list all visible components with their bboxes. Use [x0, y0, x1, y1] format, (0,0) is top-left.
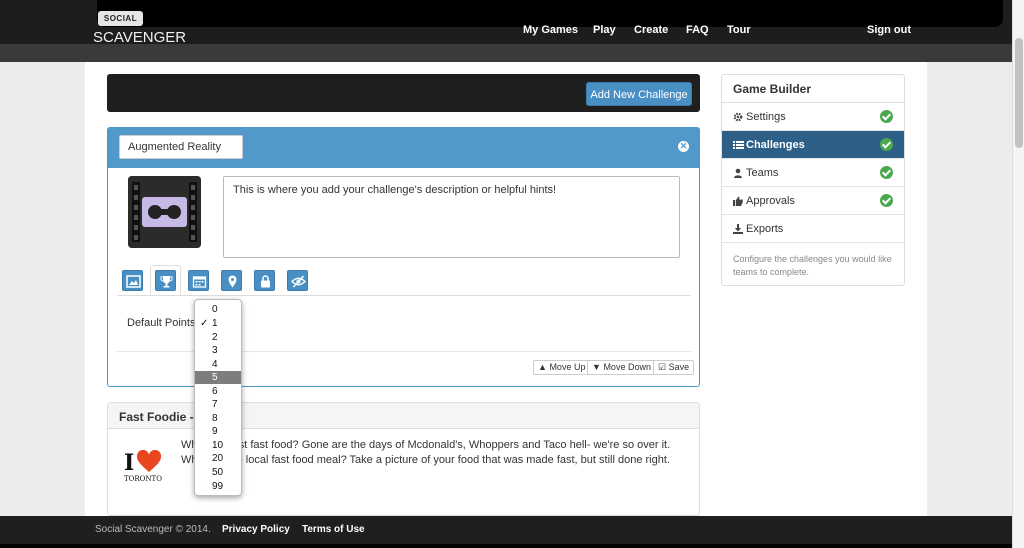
sidebar-item-label: Exports: [746, 223, 784, 235]
film-reel-icon: [128, 176, 201, 248]
sidebar-item-teams[interactable]: Teams: [722, 159, 904, 187]
move-down-label: Move Down: [603, 362, 651, 372]
logo-text[interactable]: SCAVENGER: [93, 29, 186, 46]
tab-visibility[interactable]: [287, 270, 308, 291]
save-button[interactable]: ☑ Save: [653, 360, 695, 375]
eye-slash-icon: [291, 275, 306, 288]
sidebar-item-exports[interactable]: Exports: [722, 215, 904, 243]
dropdown-option[interactable]: 20: [195, 452, 241, 465]
dropdown-option[interactable]: 99: [195, 480, 241, 493]
privacy-policy-link[interactable]: Privacy Policy: [222, 524, 290, 535]
move-up-button[interactable]: ▲ Move Up: [533, 360, 591, 375]
challenge-2-description-line2: Wh favourite local fast food meal? Take …: [181, 454, 670, 466]
page-scrollbar[interactable]: [1012, 0, 1024, 548]
list-icon: [733, 141, 744, 149]
thumbs-up-icon: [733, 196, 743, 206]
map-marker-icon: [228, 275, 237, 288]
nav-faq[interactable]: FAQ: [686, 24, 709, 36]
caret-down-icon: ▼: [592, 362, 601, 372]
sidebar-item-label: Teams: [746, 167, 779, 179]
terms-of-use-link[interactable]: Terms of Use: [302, 524, 365, 535]
default-points-dropdown[interactable]: 0 ✓ 1 2 3 4 5 6 7 8 9 10 20 50 99: [194, 299, 242, 496]
sidebar-help-text: Configure the challenges you would like …: [733, 254, 892, 277]
svg-text:I: I: [124, 450, 134, 476]
dropdown-option[interactable]: 0: [195, 303, 241, 316]
tab-location[interactable]: [221, 270, 242, 291]
nav-play[interactable]: Play: [593, 24, 616, 36]
sign-out-link[interactable]: Sign out: [867, 24, 911, 36]
user-icon: [734, 168, 742, 178]
add-new-challenge-button[interactable]: Add New Challenge: [586, 82, 692, 106]
challenge-thumbnail[interactable]: [128, 176, 201, 248]
navbar-overlay: [97, 0, 1003, 27]
tab-divider: [117, 295, 691, 296]
footer-copyright: Social Scavenger © 2014.: [95, 524, 211, 535]
nav-create[interactable]: Create: [634, 24, 668, 36]
sidebar-item-label: Settings: [746, 111, 786, 123]
dropdown-option[interactable]: 6: [195, 385, 241, 398]
sidebar-item-settings[interactable]: Settings: [722, 103, 904, 131]
default-points-label: Default Points:: [127, 317, 199, 329]
calendar-icon: [192, 276, 207, 288]
challenge-2-description-line1: Wh nto's best fast food? Gone are the da…: [181, 439, 671, 451]
dropdown-option[interactable]: 8: [195, 412, 241, 425]
download-icon: [733, 224, 743, 234]
lock-icon: [261, 275, 270, 288]
i-love-toronto-logo: I TORONTO: [123, 449, 167, 487]
dropdown-option[interactable]: 10: [195, 439, 241, 452]
scroll-thumb[interactable]: [1015, 38, 1023, 148]
checkmark-icon: [880, 166, 893, 179]
move-up-label: Move Up: [549, 362, 586, 372]
checkmark-icon: ✓: [200, 318, 209, 329]
challenge-name-input[interactable]: Augmented Reality: [119, 135, 243, 159]
sidebar-item-label: Challenges: [746, 139, 805, 151]
challenge-2-title[interactable]: Fast Foodie - 2: [119, 410, 204, 424]
sidebar-item-label: Approvals: [746, 195, 795, 207]
tab-schedule[interactable]: [188, 270, 209, 291]
footer-bottom-edge: [0, 544, 1012, 548]
tab-lock[interactable]: [254, 270, 275, 291]
heart-icon: I TORONTO: [124, 449, 162, 483]
sidebar-title: Game Builder: [733, 82, 812, 96]
checkmark-icon: [880, 110, 893, 123]
tab-image[interactable]: [122, 270, 143, 291]
checkmark-icon: [880, 138, 893, 151]
gear-icon: [733, 112, 743, 122]
dropdown-option[interactable]: 2: [195, 331, 241, 344]
dropdown-option-label: 1: [212, 318, 218, 329]
dropdown-option[interactable]: 4: [195, 358, 241, 371]
dropdown-option[interactable]: 50: [195, 466, 241, 479]
logo-badge[interactable]: SOCIAL: [98, 11, 143, 26]
svg-text:TORONTO: TORONTO: [124, 475, 162, 483]
navbar-strip: [0, 44, 1012, 62]
checkmark-icon: [880, 194, 893, 207]
dropdown-option[interactable]: 9: [195, 425, 241, 438]
dropdown-option[interactable]: 7: [195, 398, 241, 411]
image-icon: [126, 275, 141, 288]
trophy-icon: [160, 276, 173, 288]
dropdown-option-highlighted[interactable]: 5: [195, 371, 241, 384]
nav-tour[interactable]: Tour: [727, 24, 751, 36]
tab-points[interactable]: [155, 270, 176, 291]
checkbox-icon: ☑: [658, 362, 667, 372]
close-icon[interactable]: ✕: [678, 141, 689, 152]
nav-my-games[interactable]: My Games: [523, 24, 578, 36]
dropdown-option-selected[interactable]: ✓ 1: [195, 317, 241, 330]
sidebar-item-approvals[interactable]: Approvals: [722, 187, 904, 215]
save-label: Save: [668, 362, 690, 372]
dropdown-option[interactable]: 3: [195, 344, 241, 357]
move-down-button[interactable]: ▼ Move Down: [587, 360, 656, 375]
challenge-description-textarea[interactable]: This is where you add your challenge's d…: [223, 176, 680, 258]
caret-up-icon: ▲: [538, 362, 547, 372]
sidebar-item-challenges[interactable]: Challenges: [722, 131, 904, 159]
